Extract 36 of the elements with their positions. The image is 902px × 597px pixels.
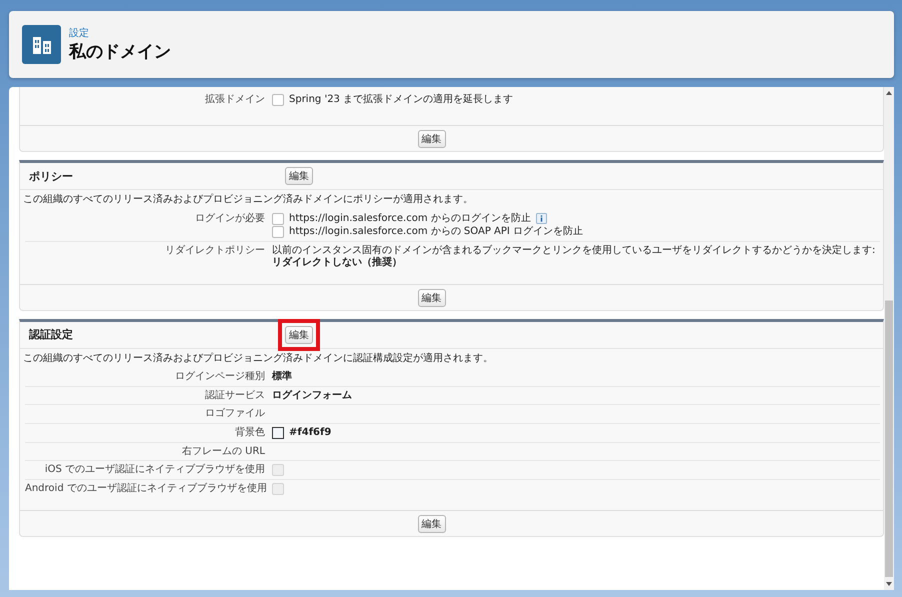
info-icon[interactable] xyxy=(536,213,547,224)
scroll-up-icon[interactable] xyxy=(885,90,893,96)
field-label: 背景色 xyxy=(235,426,265,438)
section-title: ポリシー xyxy=(29,168,74,184)
building-icon xyxy=(22,25,61,64)
checkbox-label: https://login.salesforce.com からのログインを防止 xyxy=(289,212,531,224)
field-value: 標準 xyxy=(272,371,293,382)
color-value: #f4f6f9 xyxy=(289,426,332,438)
edit-button[interactable]: 編集 xyxy=(418,288,446,306)
page-title: 私のドメイン xyxy=(69,41,171,63)
field-label: リダイレクトポリシー xyxy=(165,244,265,256)
field-label: ロゴファイル xyxy=(205,408,265,419)
breadcrumb-link[interactable]: 設定 xyxy=(69,26,171,40)
checkbox-label: https://login.salesforce.com からの SOAP API ログインを防止 xyxy=(289,226,584,238)
section-title: 認証設定 xyxy=(29,327,74,342)
scroll-down-icon[interactable] xyxy=(885,581,893,587)
field-label: 右フレームの URL xyxy=(182,446,265,456)
field-label: ログインページ種別 xyxy=(175,371,265,382)
checkbox-label: Spring '23 まで拡張ドメインの適用を延長します xyxy=(289,94,514,106)
section-description: この組織のすべてのリリース済みおよびプロビジョニング済みドメインに認証構成設定が適用されます。 xyxy=(23,352,494,366)
edit-button[interactable]: 編集 xyxy=(418,130,446,148)
field-value: ログインフォーム xyxy=(272,390,353,401)
field-label: Android でのユーザ認証にネイティブブラウザを使用 xyxy=(25,483,267,494)
field-label: iOS でのユーザ認証にネイティブブラウザを使用 xyxy=(44,464,265,475)
edit-button[interactable]: 編集 xyxy=(285,326,313,344)
field-label: ログインが必要 xyxy=(195,212,265,224)
checkbox[interactable] xyxy=(272,94,284,106)
checkbox[interactable] xyxy=(272,212,284,224)
field-label: 拡張ドメイン xyxy=(205,94,265,105)
edit-button[interactable]: 編集 xyxy=(285,167,313,185)
checkbox[interactable] xyxy=(272,226,284,238)
section-description: この組織のすべてのリリース済みおよびプロビジョニング済みドメインにポリシーが適用されます。 xyxy=(23,192,474,207)
field-label: 認証サービス xyxy=(205,390,265,400)
field-value: 以前のインスタンス固有のドメインが含まれるブックマークとリンクを使用しているユーザをリダイレクトするかどうかを決定します: xyxy=(272,244,876,256)
edit-button[interactable]: 編集 xyxy=(418,515,446,533)
field-value: リダイレクトしない（推奨） xyxy=(272,257,403,268)
